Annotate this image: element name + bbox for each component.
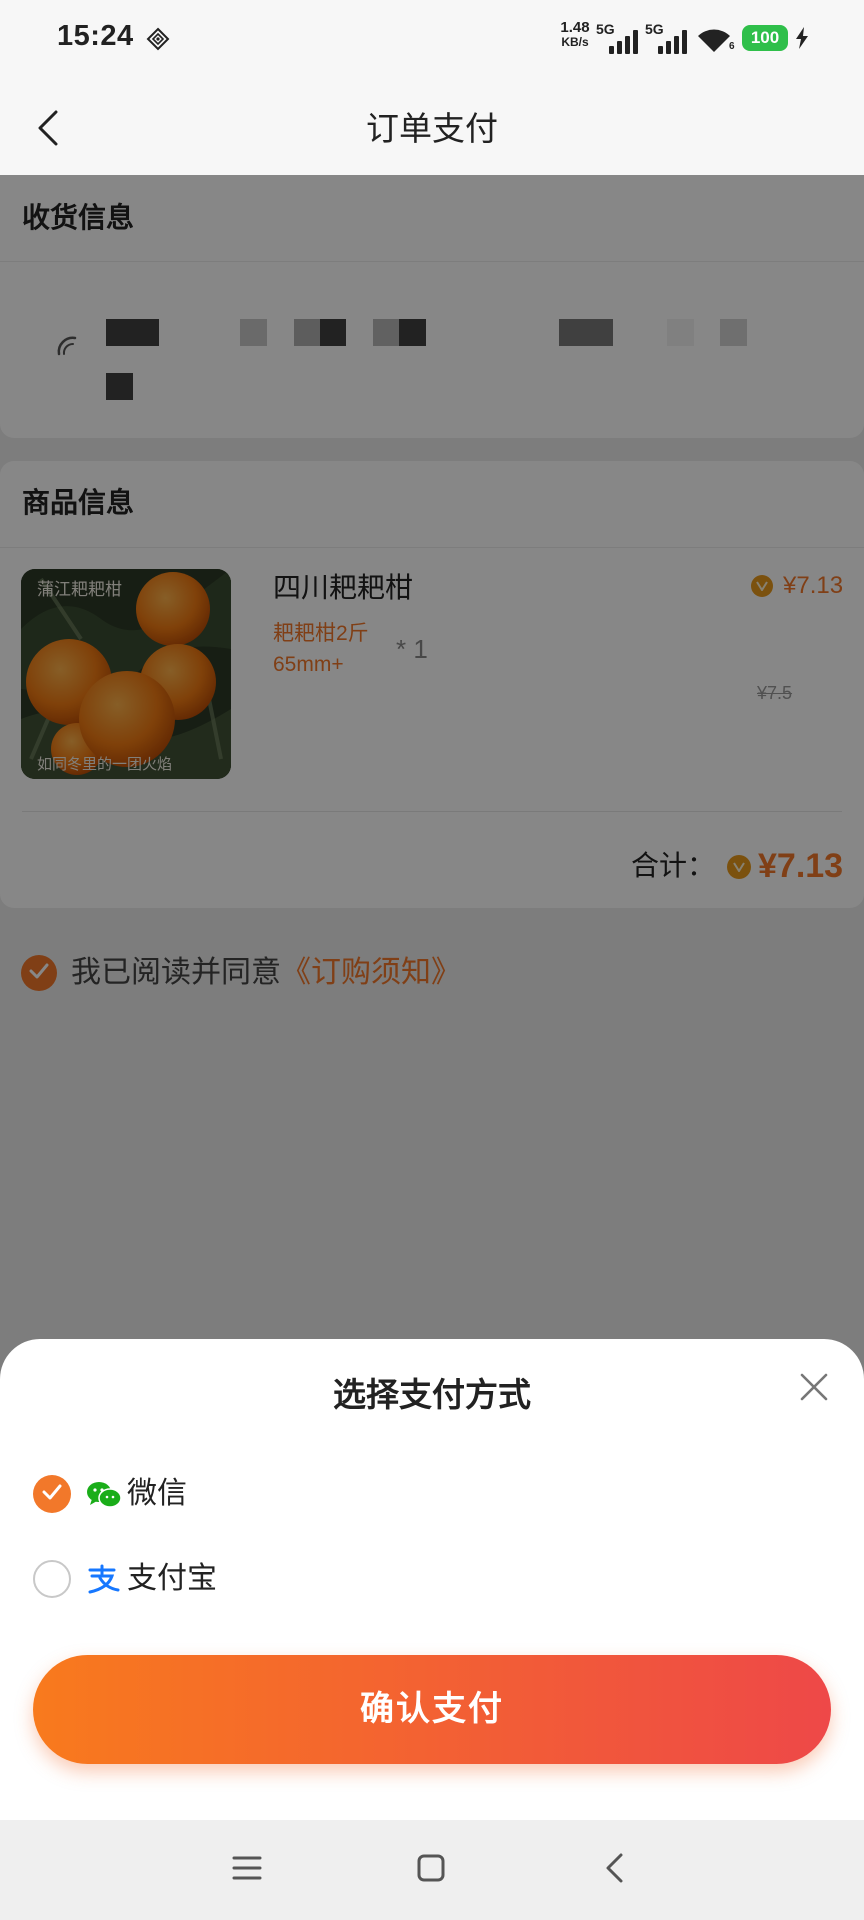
wifi-icon [696, 28, 732, 59]
network-speed-value: 1.48 [560, 19, 590, 36]
payment-option-label: 微信 [127, 1477, 187, 1510]
payment-option-wechat[interactable]: 微信 [0, 1459, 864, 1529]
network-speed-unit: KB/s [561, 35, 589, 49]
chevron-left-icon [37, 110, 59, 151]
back-button[interactable] [24, 106, 72, 154]
payment-option-alipay[interactable]: 支付宝 [0, 1544, 864, 1614]
close-button[interactable] [796, 1371, 832, 1407]
back-icon [604, 1852, 624, 1889]
radio-unselected[interactable] [33, 1560, 71, 1598]
check-icon [42, 1484, 62, 1505]
signal-icon [608, 30, 640, 59]
wifi-badge: 6 [729, 41, 735, 52]
nfc-diamond-icon [146, 27, 170, 56]
system-nav-bar [0, 1820, 864, 1920]
signal-icon [657, 30, 689, 59]
page-title: 订单支付 [366, 110, 498, 147]
menu-button[interactable] [225, 1850, 269, 1890]
app-header: 订单支付 [0, 86, 864, 175]
radio-selected[interactable] [33, 1475, 71, 1513]
home-button[interactable] [409, 1850, 453, 1890]
status-time: 15:24 [57, 20, 134, 52]
charging-icon [795, 27, 809, 54]
wechat-icon [86, 1480, 122, 1515]
payment-option-label: 支付宝 [127, 1562, 217, 1595]
status-bar: 15:24 1.48 KB/s 5G 5G 6 100 [0, 0, 864, 86]
network-speed: 1.48 KB/s [556, 20, 594, 50]
home-square-icon [416, 1853, 446, 1888]
menu-icon [232, 1855, 262, 1886]
alipay-icon [86, 1564, 120, 1599]
battery-icon: 100 [742, 25, 788, 51]
confirm-payment-button[interactable]: 确认支付 [33, 1655, 831, 1764]
close-icon [799, 1372, 829, 1407]
payment-sheet: 选择支付方式 微信 支付宝 确认支付 [0, 1339, 864, 1820]
payment-sheet-title: 选择支付方式 [333, 1376, 531, 1413]
system-back-button[interactable] [592, 1850, 636, 1890]
